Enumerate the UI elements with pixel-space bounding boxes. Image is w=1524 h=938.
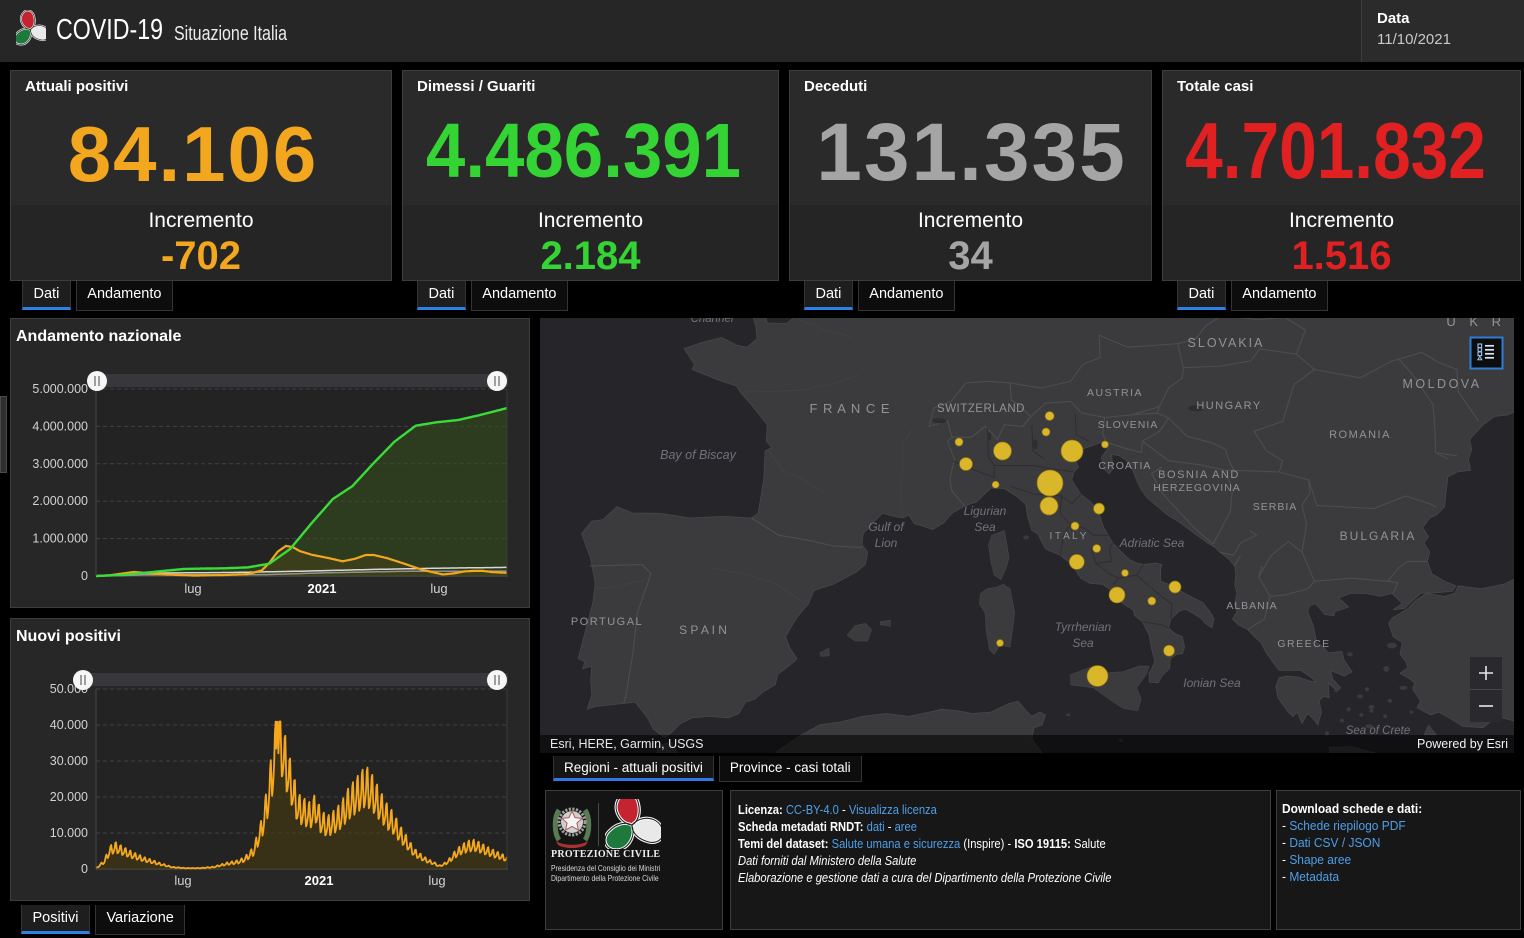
svg-text:2021: 2021 bbox=[305, 873, 334, 888]
svg-text:40.000: 40.000 bbox=[50, 718, 88, 732]
svg-text:ALBANIA: ALBANIA bbox=[1226, 600, 1277, 612]
svg-text:30.000: 30.000 bbox=[50, 754, 88, 768]
svg-text:2.000.000: 2.000.000 bbox=[32, 494, 88, 508]
svg-text:HERZEGOVINA: HERZEGOVINA bbox=[1153, 482, 1240, 494]
svg-text:MOLDOVA: MOLDOVA bbox=[1402, 377, 1481, 391]
svg-text:BOSNIA AND: BOSNIA AND bbox=[1158, 469, 1240, 481]
svg-text:CROATIA: CROATIA bbox=[1099, 460, 1152, 472]
svg-text:Adriatic Sea: Adriatic Sea bbox=[1119, 536, 1185, 550]
svg-text:20.000: 20.000 bbox=[50, 790, 88, 804]
svg-text:BULGARIA: BULGARIA bbox=[1340, 529, 1417, 543]
svg-text:5.000.000: 5.000.000 bbox=[32, 382, 88, 396]
svg-text:SLOVENIA: SLOVENIA bbox=[1098, 419, 1159, 431]
svg-text:Channel: Channel bbox=[691, 318, 734, 325]
svg-text:lug: lug bbox=[430, 581, 447, 596]
svg-text:SLOVAKIA: SLOVAKIA bbox=[1188, 336, 1265, 350]
svg-text:GREECE: GREECE bbox=[1277, 638, 1330, 650]
svg-text:lug: lug bbox=[174, 873, 191, 888]
svg-text:Bay of Biscay: Bay of Biscay bbox=[660, 448, 736, 462]
svg-text:I T A L Y: I T A L Y bbox=[1050, 531, 1087, 542]
svg-text:Tyrrhenian: Tyrrhenian bbox=[1055, 620, 1112, 634]
svg-text:Powered by Esri: Powered by Esri bbox=[1417, 737, 1508, 751]
svg-text:10.000: 10.000 bbox=[50, 826, 88, 840]
svg-text:SWITZERLAND: SWITZERLAND bbox=[937, 403, 1025, 415]
svg-text:4.000.000: 4.000.000 bbox=[32, 419, 88, 433]
svg-text:Sea: Sea bbox=[1072, 636, 1094, 650]
svg-text:Sea: Sea bbox=[974, 520, 996, 534]
svg-text:U K R A: U K R A bbox=[1446, 318, 1524, 329]
svg-text:SERBIA: SERBIA bbox=[1253, 501, 1298, 513]
svg-text:lug: lug bbox=[184, 581, 201, 596]
svg-text:1.000.000: 1.000.000 bbox=[32, 532, 88, 546]
svg-text:Esri, HERE, Garmin, USGS: Esri, HERE, Garmin, USGS bbox=[550, 737, 704, 751]
svg-text:ROMANIA: ROMANIA bbox=[1329, 429, 1391, 441]
svg-text:HUNGARY: HUNGARY bbox=[1196, 400, 1261, 412]
svg-text:lug: lug bbox=[428, 873, 445, 888]
svg-text:Ionian Sea: Ionian Sea bbox=[1183, 676, 1241, 690]
svg-text:F R A N C E: F R A N C E bbox=[809, 401, 890, 416]
svg-text:Ligurian: Ligurian bbox=[964, 504, 1007, 518]
svg-text:S P A I N: S P A I N bbox=[679, 623, 727, 637]
svg-text:0: 0 bbox=[81, 862, 88, 876]
svg-text:2021: 2021 bbox=[308, 581, 337, 596]
svg-text:0: 0 bbox=[81, 569, 88, 583]
svg-text:Gulf of: Gulf of bbox=[868, 520, 905, 534]
svg-text:3.000.000: 3.000.000 bbox=[32, 457, 88, 471]
svg-text:AUSTRIA: AUSTRIA bbox=[1087, 387, 1143, 399]
svg-text:Lion: Lion bbox=[875, 536, 898, 550]
svg-text:PORTUGAL: PORTUGAL bbox=[571, 616, 643, 628]
